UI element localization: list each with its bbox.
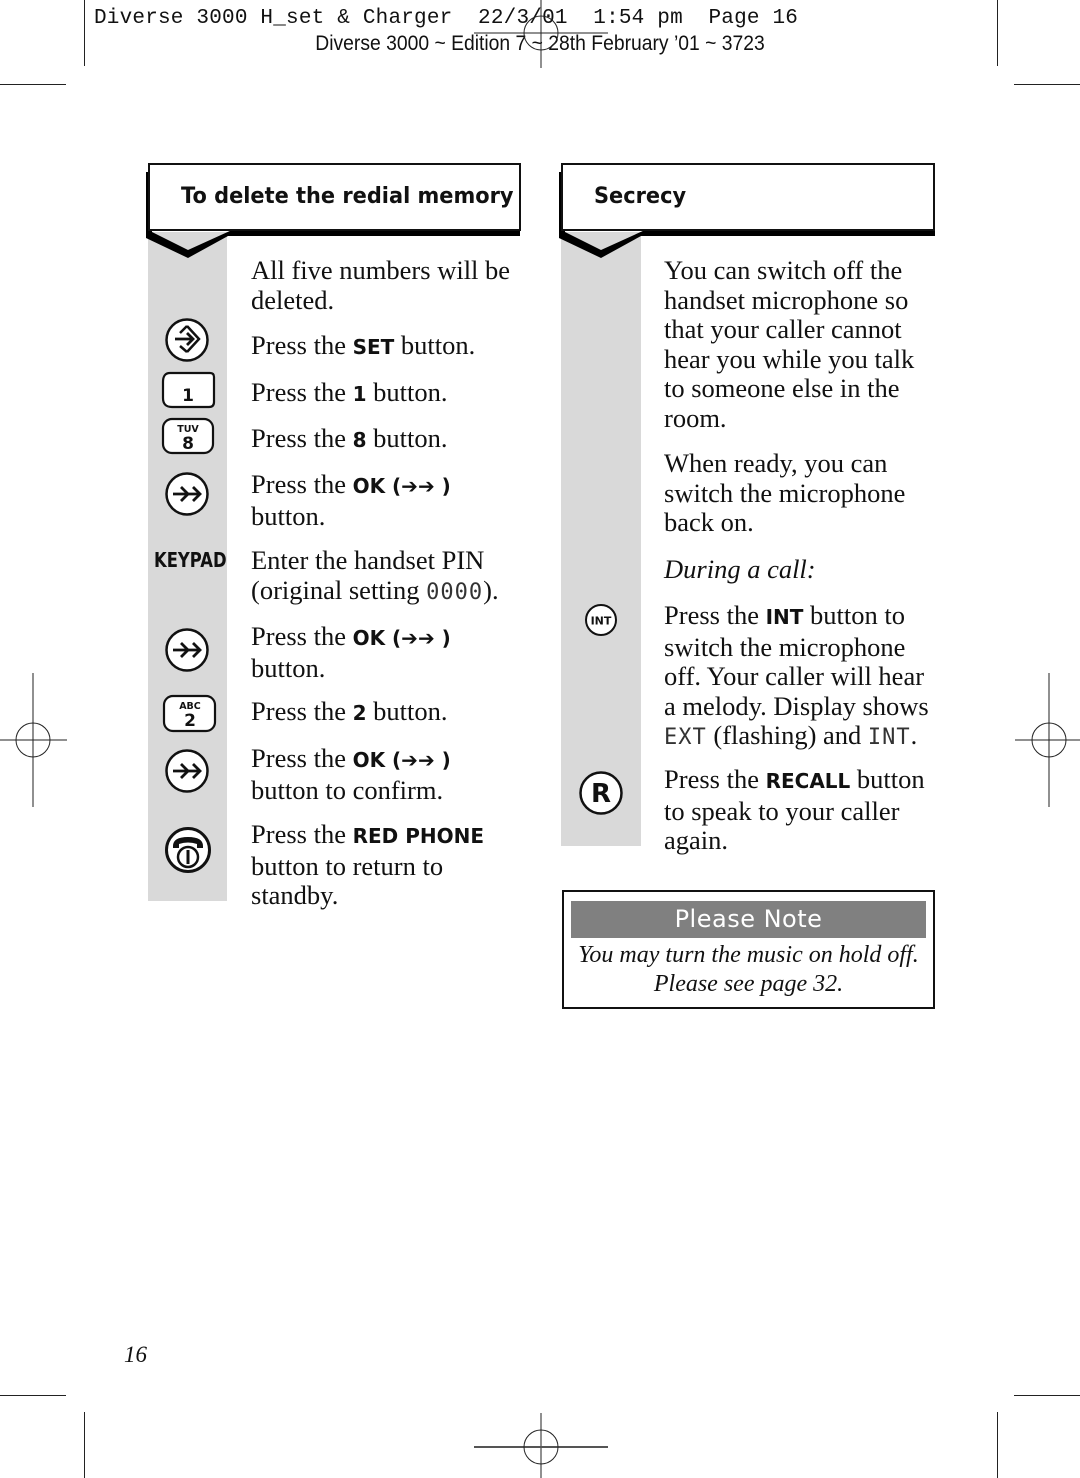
- secrecy-intro-2: When ready, you can switch the microphon…: [664, 448, 906, 537]
- ok-button-icon: [165, 628, 209, 672]
- step-key-1: Press the 1 button.: [251, 377, 448, 407]
- key-1-label: 1: [182, 386, 194, 406]
- secrecy-intro: You can switch off the handset microphon…: [664, 255, 915, 433]
- step-ok-confirm: Press the OK (➔➔ ) button to confirm.: [251, 743, 451, 805]
- step-key-2: Press the 2 button.: [251, 696, 448, 726]
- svg-text:INT: INT: [591, 615, 612, 628]
- int-button-icon: INT: [585, 604, 617, 636]
- set-button-icon: [165, 318, 209, 362]
- red-phone-icon: [165, 827, 211, 873]
- step-red-phone: Press the RED PHONE button to return to s…: [251, 819, 485, 910]
- step-recall: Press the RECALL button to speak to your…: [664, 764, 925, 855]
- key-8-icon: TUV 8: [161, 417, 215, 455]
- step-set: Press the SET button.: [251, 330, 476, 360]
- svg-text:R: R: [591, 779, 611, 809]
- note-line-2: Please see page 32.: [653, 971, 844, 997]
- note-line-1: You may turn the music on hold off.: [578, 942, 919, 968]
- right-icon-column: [561, 232, 641, 846]
- step-enter-pin: Enter the handset PIN (original setting …: [251, 545, 499, 605]
- key-1-icon: 1: [161, 371, 216, 409]
- step-ok-2: Press the OK (➔➔ ) button.: [251, 621, 451, 683]
- ok-button-icon: [165, 472, 209, 516]
- step-ok-1: Press the OK (➔➔ ) button.: [251, 469, 451, 531]
- ok-button-icon: [165, 749, 209, 793]
- keypad-label: KEYPAD: [154, 548, 227, 572]
- left-header-frame: [146, 163, 521, 258]
- please-note-text: You may turn the music on hold off. Plea…: [562, 941, 935, 999]
- right-header-frame: [559, 163, 935, 258]
- please-note-title: Please Note: [571, 901, 926, 938]
- page-number: 16: [124, 1342, 147, 1367]
- svg-text:2: 2: [184, 711, 196, 731]
- during-call-heading: During a call:: [664, 554, 816, 584]
- left-section-title: To delete the redial memory: [181, 184, 514, 209]
- recall-button-icon: R: [579, 771, 623, 815]
- step-int: Press the INT button to switch the micro…: [664, 600, 929, 750]
- right-section-title: Secrecy: [594, 184, 687, 209]
- svg-text:8: 8: [182, 434, 194, 454]
- step-key-8: Press the 8 button.: [251, 423, 448, 453]
- step-intro: All five numbers will be deleted.: [251, 255, 511, 315]
- key-2-icon: ABC 2: [162, 694, 217, 733]
